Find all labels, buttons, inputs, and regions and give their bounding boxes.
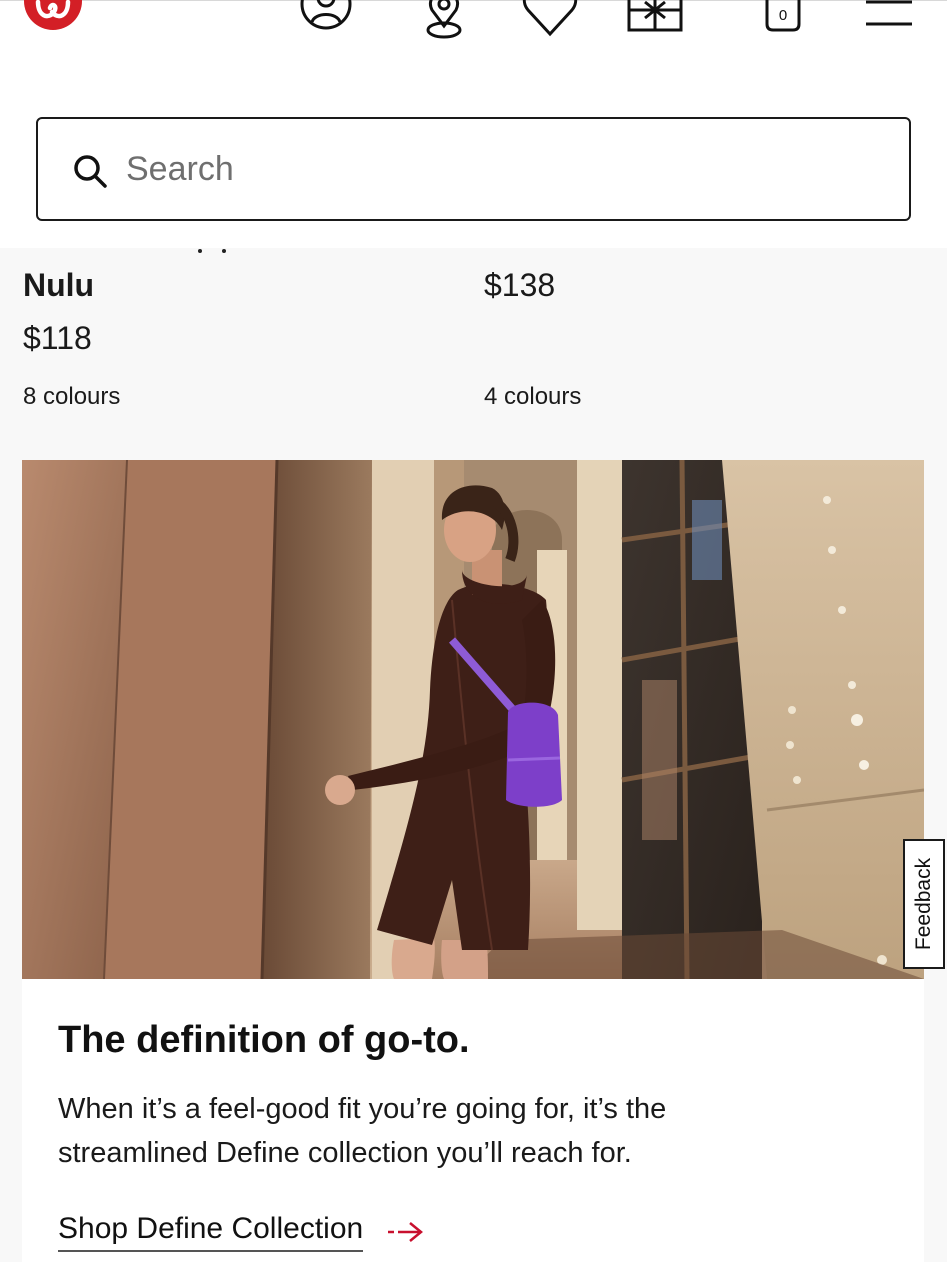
logo-mark-icon [35, 0, 71, 19]
account-icon[interactable] [299, 0, 353, 40]
campaign-image [22, 460, 924, 979]
menu-icon[interactable] [866, 0, 912, 30]
promo-title: The definition of go-to. [58, 1019, 470, 1061]
feedback-tab[interactable]: Feedback [903, 839, 945, 969]
search-icon [74, 155, 107, 188]
feedback-label: Feedback [912, 857, 935, 951]
bag-count-badge: 0 [778, 7, 788, 24]
product-colours[interactable]: 8 colours [23, 383, 120, 411]
search-input[interactable] [126, 145, 866, 193]
wishlist-heart-icon[interactable] [522, 0, 578, 38]
header-top-rule [0, 0, 947, 1]
site-header: 0 [0, 0, 947, 248]
shopping-bag-icon[interactable]: 0 [763, 0, 803, 32]
product-price: $138 [484, 267, 556, 303]
editorial-card: The definition of go-to. When it’s a fee… [22, 979, 924, 1262]
gift-card-icon[interactable] [627, 0, 683, 34]
search-box[interactable] [36, 117, 911, 221]
arrow-right-icon [387, 1222, 423, 1242]
lululemon-logo[interactable] [24, 0, 82, 30]
shop-define-collection-link[interactable]: Shop Define Collection [58, 1212, 426, 1260]
product-swatch-dots [198, 249, 228, 255]
shop-link-label: Shop Define Collection [58, 1212, 364, 1252]
product-colours[interactable]: 4 colours [484, 383, 581, 411]
store-locator-icon[interactable] [422, 0, 466, 40]
promo-body: When it’s a feel-good fit you’re going f… [58, 1093, 667, 1169]
product-name[interactable]: Nulu [23, 267, 94, 304]
product-price: $118 [23, 320, 92, 356]
